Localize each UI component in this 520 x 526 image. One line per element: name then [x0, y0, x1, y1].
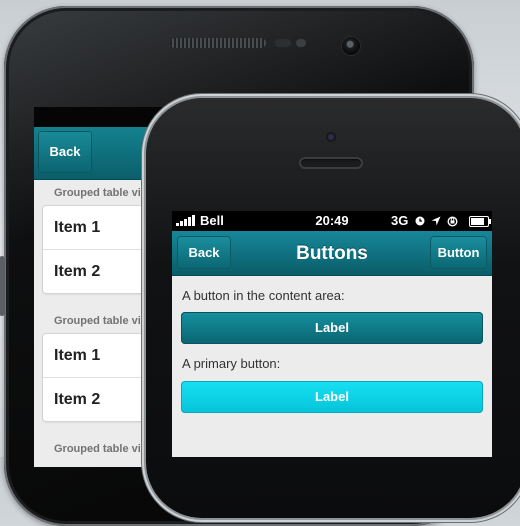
iphone-front-camera — [326, 132, 336, 142]
iphone-earpiece — [299, 157, 363, 169]
android-sensor-2 — [296, 39, 306, 47]
group-header: Grouped table view — [54, 443, 156, 455]
group-header: Grouped table view — [54, 315, 156, 327]
content-label: A primary button: — [182, 356, 281, 371]
ios-navbar: Buttons Back Button — [172, 231, 492, 276]
ios-status-bar: Bell 20:49 3G — [172, 211, 492, 231]
navbar-right-button[interactable]: Button — [430, 236, 487, 269]
list-item[interactable]: Item 1 — [43, 206, 163, 249]
battery-icon — [469, 216, 491, 227]
iphone-screen: Bell 20:49 3G Buttons Back Button A butt… — [172, 211, 492, 457]
network-type: 3G — [391, 213, 409, 228]
grouped-table: Item 1 Item 2 — [43, 334, 163, 421]
alarm-clock-icon — [415, 216, 425, 226]
back-button[interactable]: Back — [177, 236, 231, 269]
content-label: A button in the content area: — [182, 288, 345, 303]
android-speaker-grille — [170, 38, 266, 48]
list-item[interactable]: Item 1 — [43, 334, 163, 377]
content-button[interactable]: Label — [181, 312, 483, 344]
android-sensor — [275, 39, 291, 47]
grouped-table: Item 1 Item 2 — [43, 206, 163, 293]
location-arrow-icon — [431, 216, 441, 226]
group-header: Grouped table view — [54, 187, 156, 199]
list-item[interactable]: Item 2 — [43, 249, 163, 293]
primary-button[interactable]: Label — [181, 381, 483, 413]
android-front-camera — [342, 37, 360, 55]
android-side-button — [0, 256, 5, 316]
status-time: 20:49 — [315, 213, 349, 228]
list-item[interactable]: Item 2 — [43, 377, 163, 421]
orientation-lock-icon — [447, 216, 458, 227]
android-back-button[interactable]: Back — [38, 131, 92, 173]
